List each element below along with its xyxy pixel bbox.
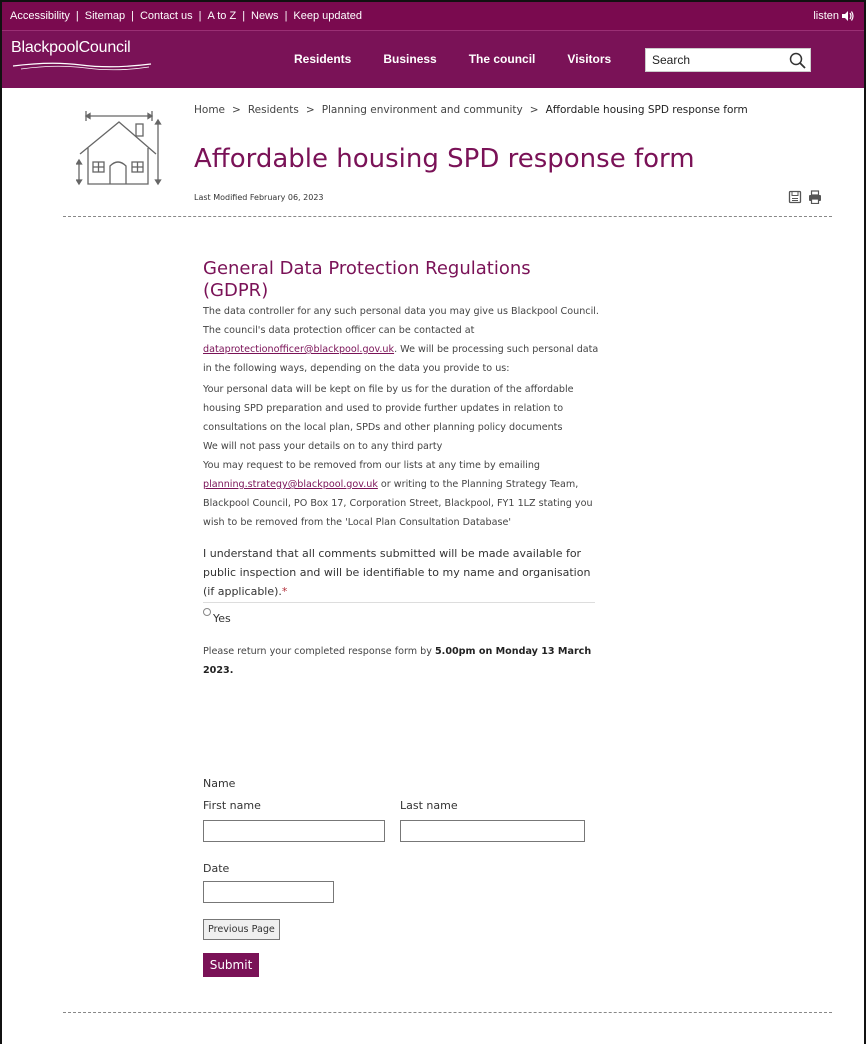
separator: | bbox=[242, 10, 246, 22]
last-name-input[interactable] bbox=[400, 820, 585, 842]
utility-links: Accessibility | Sitemap | Contact us | A… bbox=[10, 10, 362, 22]
search-input[interactable] bbox=[646, 49, 776, 71]
separator: | bbox=[75, 10, 79, 22]
breadcrumb-separator: > bbox=[529, 104, 539, 116]
breadcrumb-separator: > bbox=[232, 104, 241, 116]
news-link[interactable]: News bbox=[251, 10, 279, 22]
page-tools bbox=[788, 190, 822, 204]
planning-email-link[interactable]: planning.strategy@blackpool.gov.uk bbox=[203, 479, 378, 490]
breadcrumb-planning[interactable]: Planning environment and community bbox=[322, 104, 523, 116]
breadcrumb-residents[interactable]: Residents bbox=[248, 104, 299, 116]
save-page-icon[interactable] bbox=[788, 190, 802, 204]
acknowledgement-question: I understand that all comments submitted… bbox=[203, 547, 591, 598]
first-name-input[interactable] bbox=[203, 820, 385, 842]
breadcrumb: Home > Residents > Planning environment and … bbox=[194, 104, 748, 116]
separator: | bbox=[284, 10, 288, 22]
utility-bar: Accessibility | Sitemap | Contact us | A… bbox=[2, 2, 864, 30]
contact-us-link[interactable]: Contact us bbox=[140, 10, 193, 22]
last-name-label: Last name bbox=[400, 799, 458, 812]
blackpool-council-logo[interactable]: BlackpoolCouncil bbox=[11, 39, 152, 71]
logo-wave-icon bbox=[12, 62, 152, 71]
print-icon[interactable] bbox=[808, 190, 822, 204]
page-title: Affordable housing SPD response form bbox=[194, 144, 695, 174]
nav-item-visitors[interactable]: Visitors bbox=[567, 52, 611, 66]
gdpr-paragraph-4: You may request to be removed from our l… bbox=[203, 460, 593, 528]
submit-button[interactable]: Submit bbox=[203, 953, 259, 977]
first-name-label: First name bbox=[203, 799, 261, 812]
header-divider bbox=[63, 216, 832, 217]
nav-item-residents[interactable]: Residents bbox=[294, 52, 351, 66]
gdpr-paragraph-2: Your personal data will be kept on file … bbox=[203, 384, 574, 433]
breadcrumb-current: Affordable housing SPD response form bbox=[545, 104, 748, 116]
previous-page-button[interactable]: Previous Page bbox=[203, 919, 280, 940]
yes-radio[interactable] bbox=[203, 608, 211, 616]
speaker-icon bbox=[842, 11, 854, 21]
required-marker: * bbox=[281, 585, 288, 598]
breadcrumb-home[interactable]: Home bbox=[194, 104, 225, 116]
date-input[interactable] bbox=[203, 881, 334, 903]
name-label: Name bbox=[203, 777, 236, 790]
question-divider bbox=[203, 602, 595, 603]
nav-menu: Residents Business The council Visitors bbox=[294, 52, 611, 66]
footer-divider bbox=[63, 1012, 832, 1013]
breadcrumb-separator: > bbox=[305, 104, 315, 116]
date-label: Date bbox=[203, 862, 230, 875]
form-content: General Data Protection Regulations (GDP… bbox=[203, 258, 603, 680]
gdpr-paragraph-1: The data controller for any such persona… bbox=[203, 306, 599, 374]
last-modified: Last Modified February 06, 2023 bbox=[194, 193, 324, 202]
separator: | bbox=[198, 10, 202, 22]
gdpr-paragraph-3: We will not pass your details on to any … bbox=[203, 441, 443, 452]
listen-label: listen bbox=[813, 10, 839, 22]
keep-updated-link[interactable]: Keep updated bbox=[293, 10, 362, 22]
gdpr-heading: General Data Protection Regulations (GDP… bbox=[203, 258, 531, 301]
yes-option[interactable]: Yes bbox=[203, 605, 603, 625]
dpo-email-link[interactable]: dataprotectionofficer@blackpool.gov.uk bbox=[203, 344, 394, 355]
accessibility-link[interactable]: Accessibility bbox=[10, 10, 70, 22]
listen-button[interactable]: listen bbox=[813, 10, 854, 22]
search-box bbox=[645, 48, 811, 72]
deadline-notice: Please return your completed response fo… bbox=[203, 646, 592, 676]
a-to-z-link[interactable]: A to Z bbox=[207, 10, 236, 22]
nav-item-business[interactable]: Business bbox=[383, 52, 436, 66]
nav-item-the-council[interactable]: The council bbox=[469, 52, 536, 66]
main-navigation: BlackpoolCouncil Residents Business The … bbox=[2, 30, 864, 88]
sitemap-link[interactable]: Sitemap bbox=[85, 10, 125, 22]
logo-text: BlackpoolCouncil bbox=[11, 39, 131, 56]
yes-label[interactable]: Yes bbox=[213, 612, 231, 625]
house-illustration-icon bbox=[76, 111, 162, 186]
separator: | bbox=[131, 10, 134, 22]
search-icon[interactable] bbox=[789, 52, 806, 69]
